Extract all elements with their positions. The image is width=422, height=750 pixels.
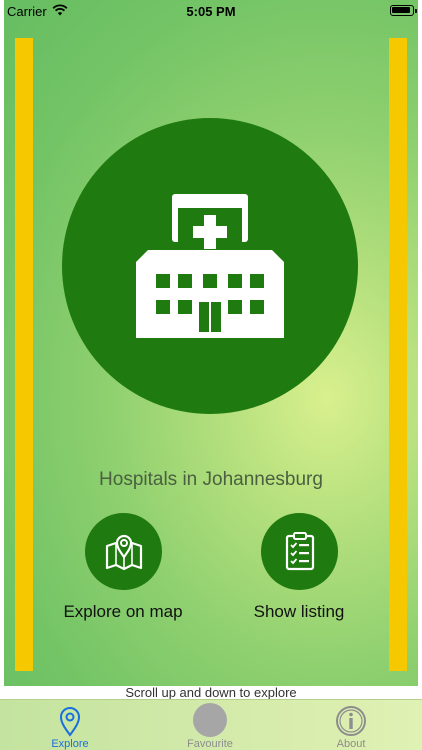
clipboard-list-icon: [285, 532, 314, 571]
clock: 5:05 PM: [186, 4, 236, 19]
location-pin-icon: [59, 707, 81, 737]
page-title: Hospitals in Johannesburg: [99, 469, 323, 490]
hospital-building-icon: [136, 194, 284, 338]
right-yellow-stripe: [389, 38, 407, 671]
explore-on-map-circle[interactable]: [84, 513, 162, 590]
left-yellow-stripe: [15, 38, 33, 671]
tab-explore-label: Explore: [51, 738, 89, 750]
tab-about[interactable]: About: [281, 700, 421, 750]
show-listing-label: Show listing: [253, 602, 345, 621]
app-screen: Carrier 5:05 PM Hospitals in Johannesbur…: [0, 0, 422, 750]
tab-about-label: About: [336, 738, 366, 750]
map-pin-icon: [105, 534, 142, 571]
circle-placeholder-icon: [193, 703, 227, 737]
scroll-hint: Scroll up and down to explore: [125, 685, 297, 700]
tab-favourite[interactable]: Favourite: [140, 700, 280, 750]
tab-bar: Explore Favourite About: [0, 699, 422, 750]
tab-favourite-label: Favourite: [187, 738, 233, 750]
show-listing-circle[interactable]: [260, 513, 338, 590]
hospital-hero-button[interactable]: [62, 118, 358, 414]
explore-on-map-label: Explore on map: [63, 602, 183, 621]
status-bar: Carrier 5:05 PM: [0, 0, 422, 22]
explore-on-map-button[interactable]: Explore on map: [33, 513, 213, 622]
show-listing-button[interactable]: Show listing: [209, 513, 389, 622]
info-icon: [336, 706, 366, 736]
battery-icon: [390, 5, 417, 16]
tab-explore[interactable]: Explore: [0, 700, 140, 750]
